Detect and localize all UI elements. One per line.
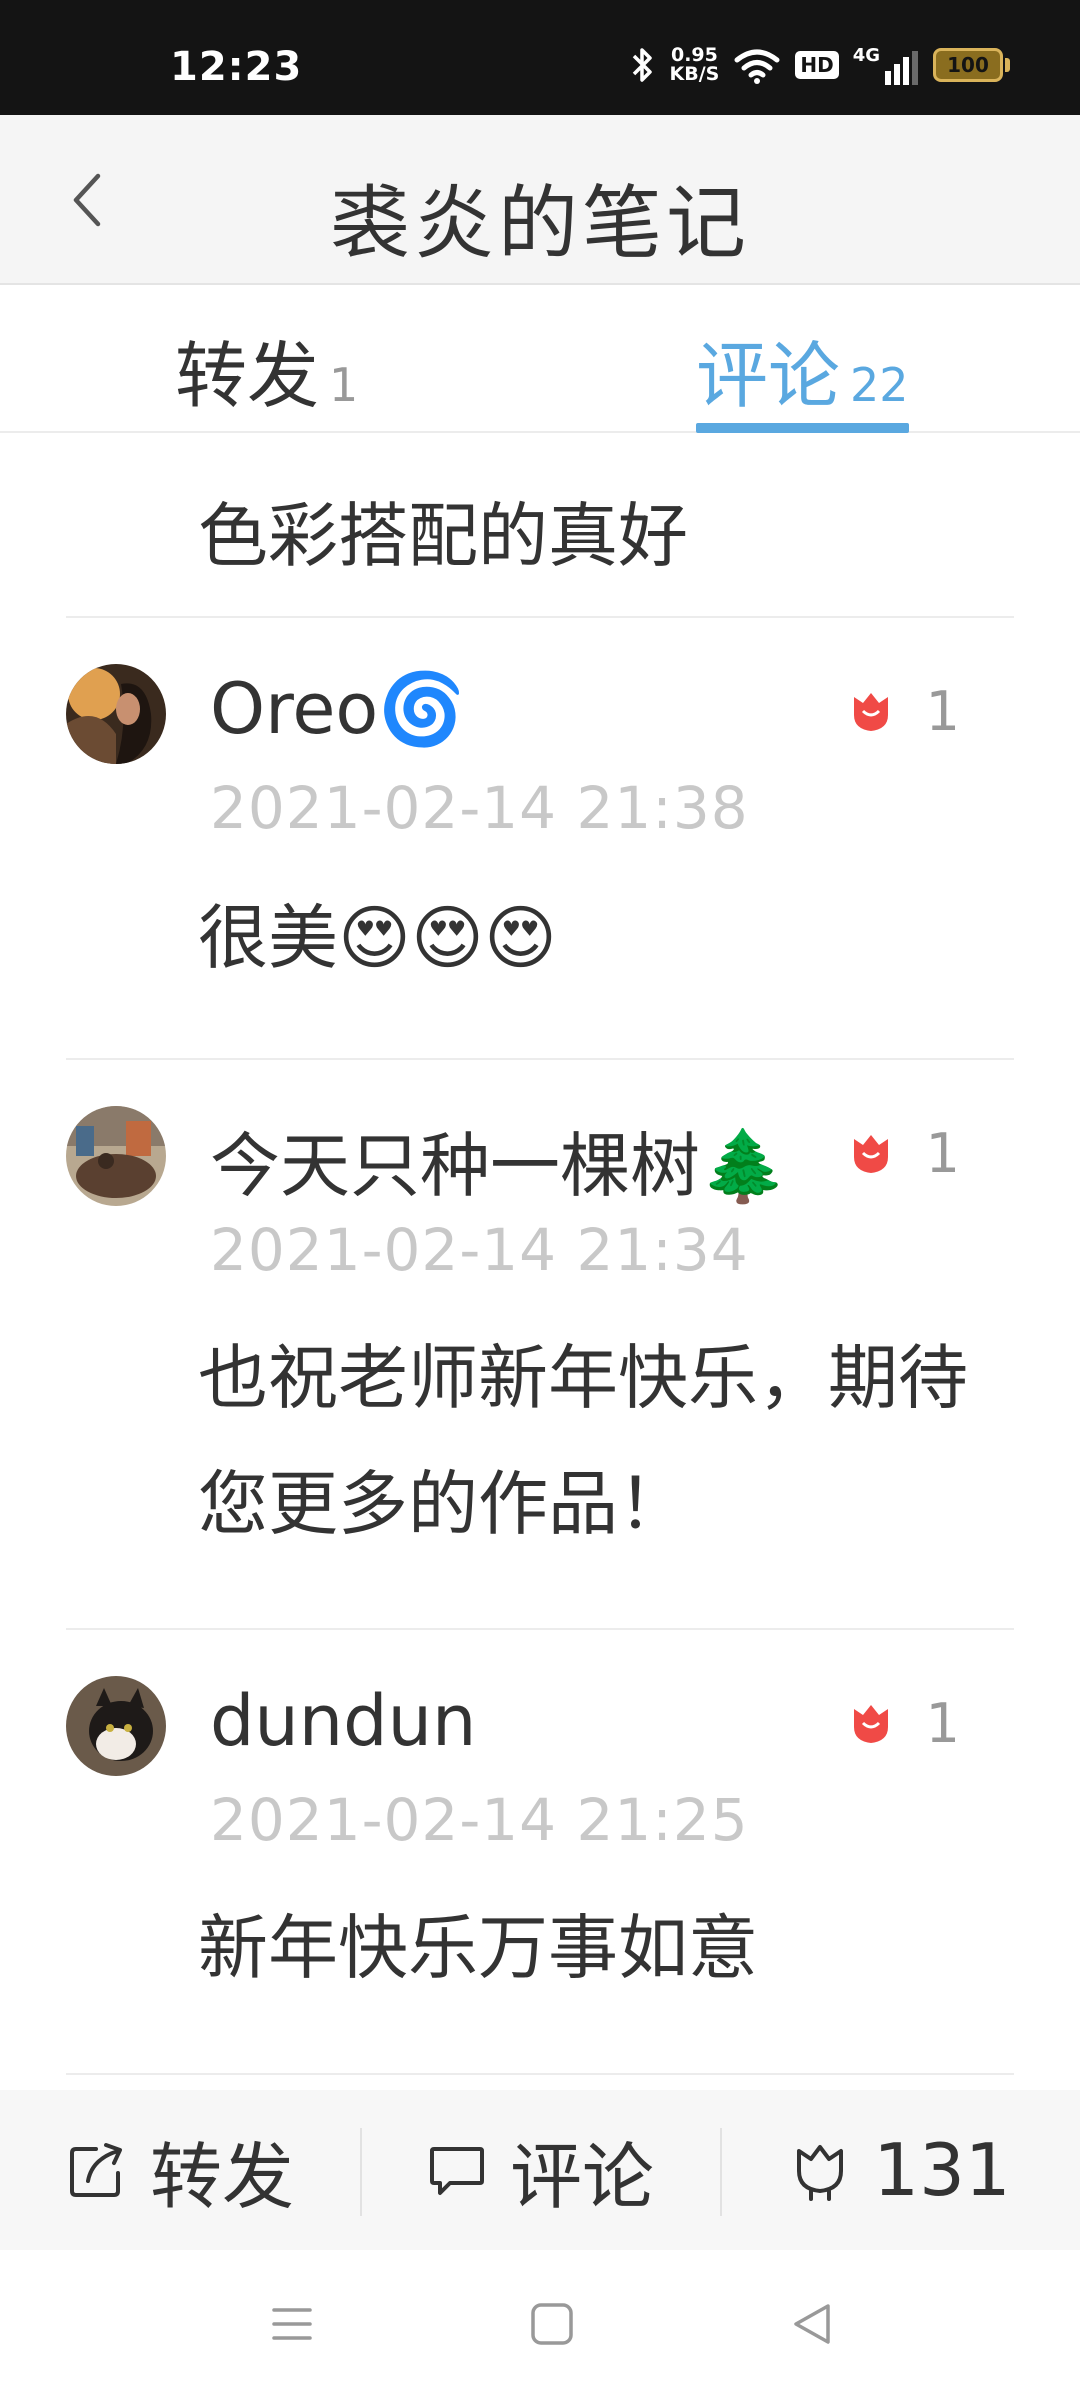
comment-time: 2021-02-14 21:25 [210, 1786, 749, 1854]
signal-indicator: 4G [853, 45, 919, 85]
signal-icon [885, 51, 918, 85]
comment-item[interactable]: Oreo🌀 1 2021-02-14 21:38 很美😍😍😍 [66, 618, 1014, 1060]
flower-like-icon [853, 1134, 888, 1173]
bluetooth-icon [632, 48, 652, 82]
comment-icon [429, 2147, 484, 2195]
avatar[interactable] [66, 664, 166, 764]
battery-level: 100 [933, 48, 1003, 82]
tab-comments[interactable]: 评论 22 [696, 317, 909, 433]
comment-text: 色彩搭配的真好 [198, 495, 688, 577]
tab-bar: 转发 1 评论 22 [0, 287, 1080, 433]
comment-item[interactable]: 今天只种一棵树🌲 1 2021-02-14 21:34 也祝老师新年快乐，期待您… [66, 1060, 1014, 1630]
forward-button[interactable]: 转发 [0, 2090, 360, 2250]
status-bar: 12:23 0.95 KB/S HD 4G 100 [0, 0, 1080, 115]
tab-forward-count: 1 [329, 358, 359, 412]
tab-comments-count: 22 [850, 358, 909, 412]
comment-item[interactable]: dundun 1 2021-02-14 21:25 新年快乐万事如意 [66, 1630, 1014, 2075]
back-triangle-icon[interactable] [786, 2298, 838, 2350]
active-tab-indicator [696, 423, 909, 433]
tab-comments-label: 评论 [696, 334, 841, 418]
network-speed: 0.95 KB/S [670, 46, 720, 84]
comment-label: 评论 [509, 2134, 654, 2219]
system-nav-bar [0, 2250, 1080, 2400]
like-count: 1 [925, 1692, 960, 1755]
user-name[interactable]: dundun [210, 1680, 476, 1762]
wifi-icon [734, 49, 780, 84]
user-name[interactable]: 今天只种一棵树🌲 [210, 1110, 787, 1211]
comment-time: 2021-02-14 21:38 [210, 774, 749, 842]
like-post-button[interactable]: 131 [720, 2090, 1080, 2250]
network-type-label: 4G [852, 45, 880, 66]
home-icon[interactable] [526, 2298, 578, 2350]
page-title: 裘炎的笔记 [330, 177, 750, 270]
status-icons: 0.95 KB/S HD 4G 100 [630, 42, 1010, 88]
like-total: 131 [873, 2128, 1011, 2212]
like-button[interactable]: 1 [848, 680, 960, 743]
comment-time: 2021-02-14 21:34 [210, 1216, 749, 1284]
flower-like-icon [853, 1704, 888, 1743]
tab-forward-label: 转发 [175, 334, 320, 418]
bottom-action-bar: 转发 评论 131 [0, 2090, 1080, 2250]
user-name[interactable]: Oreo🌀 [210, 668, 465, 751]
tab-forward[interactable]: 转发 1 [175, 317, 358, 433]
flower-like-icon [853, 692, 888, 731]
forward-label: 转发 [149, 2134, 294, 2219]
network-speed-unit: KB/S [669, 63, 720, 85]
like-button[interactable]: 1 [848, 1122, 960, 1185]
comment-item-partial: 色彩搭配的真好 [66, 433, 1014, 618]
like-count: 1 [925, 680, 960, 743]
like-count: 1 [925, 1122, 960, 1185]
comment-button[interactable]: 评论 [360, 2090, 720, 2250]
avatar[interactable] [66, 1676, 166, 1776]
battery-icon: 100 [933, 48, 1010, 82]
hd-badge: HD [795, 51, 839, 79]
status-time: 12:23 [170, 44, 303, 90]
app-header: 裘炎的笔记 [0, 115, 1080, 285]
flower-outline-icon [797, 2145, 844, 2201]
like-button[interactable]: 1 [848, 1692, 960, 1755]
comment-list: 色彩搭配的真好 Oreo🌀 1 2021-02-14 21:38 很美😍😍😍 今… [0, 433, 1080, 2075]
menu-icon[interactable] [266, 2298, 318, 2350]
share-icon [69, 2143, 122, 2197]
avatar[interactable] [66, 1106, 166, 1206]
